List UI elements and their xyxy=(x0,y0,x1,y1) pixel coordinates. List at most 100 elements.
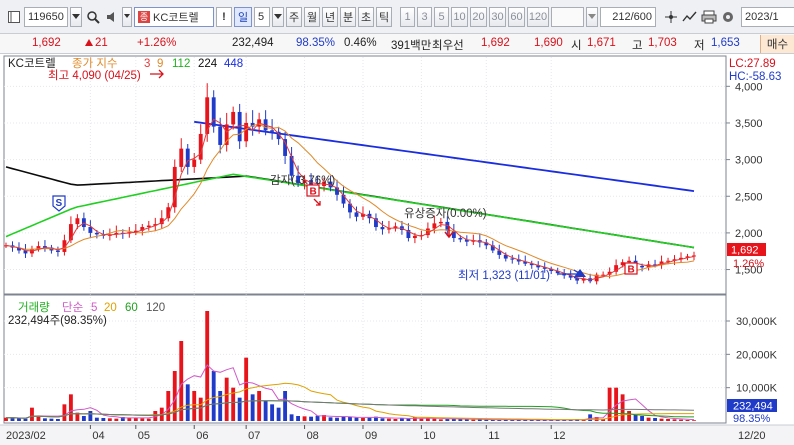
hc-label: HC:-58.63 xyxy=(729,71,781,83)
gear-icon[interactable] xyxy=(719,8,737,26)
volume-bar xyxy=(107,418,112,421)
interval-60-label: 60 xyxy=(510,10,523,23)
time-tick-label: 06 xyxy=(196,430,208,442)
volume-bar xyxy=(263,401,268,421)
speaker-dropdown-button[interactable] xyxy=(122,6,132,27)
price-tick-label: 2,000 xyxy=(735,228,763,240)
max-price-note: 최고 4,090 (04/25) xyxy=(48,69,141,82)
code-dropdown-button[interactable] xyxy=(70,6,82,27)
stock-code-input[interactable]: 119650 xyxy=(24,6,68,27)
candle-body xyxy=(218,126,223,145)
interval-10-button[interactable]: 10 xyxy=(451,6,468,27)
volume-legend-label: 단순 xyxy=(62,301,83,314)
volume-last-pct-text: 98.35% xyxy=(733,413,771,425)
count-field[interactable]: 212/600 xyxy=(600,6,656,27)
volume-bar xyxy=(114,418,119,421)
top-toolbar: 119650 종 KC코트렐 ! 일 5 주 월 년 분 초 틱 1 3 5 10… xyxy=(0,0,794,34)
chart-check-icon[interactable] xyxy=(681,8,699,26)
period-day-tab[interactable]: 일 xyxy=(234,6,252,27)
period-tab-week[interactable]: 주 xyxy=(286,6,302,27)
count-text: 212/600 xyxy=(612,10,652,23)
price-tick-label: 3,000 xyxy=(735,155,763,167)
volume-tick-label: 20,000K xyxy=(736,349,778,361)
interval-20-label: 20 xyxy=(472,10,485,23)
interval-120-button[interactable]: 120 xyxy=(527,6,549,27)
volume-bar xyxy=(49,418,54,421)
candle-body xyxy=(620,262,625,266)
volume-legend-ma60: 60 xyxy=(125,302,138,314)
volume-bar xyxy=(257,391,262,421)
volume-bar xyxy=(250,394,255,421)
interval-1-label: 1 xyxy=(404,10,411,23)
price-volume-chart[interactable]: 4,0003,5003,0002,5002,0001,500 KC코트렐 종가 … xyxy=(0,55,794,445)
period-tab-minute-label: 분 xyxy=(342,11,354,24)
volume-bar xyxy=(179,341,184,421)
period-tab-tick[interactable]: 틱 xyxy=(376,6,392,27)
candle-body xyxy=(270,130,275,132)
interval-30-label: 30 xyxy=(491,10,504,23)
candle-body xyxy=(627,260,632,263)
volume-bar xyxy=(348,417,352,421)
window-menu-icon[interactable] xyxy=(5,8,23,26)
warning-button[interactable]: ! xyxy=(216,6,232,27)
volume-bar xyxy=(62,404,67,421)
signal-s-label: S xyxy=(56,198,63,209)
printer-icon[interactable] xyxy=(700,8,718,26)
legend-ma448: 448 xyxy=(224,58,243,70)
period-tab-minute[interactable]: 분 xyxy=(340,6,356,27)
volume-bar xyxy=(627,411,632,421)
volume-bar xyxy=(620,394,625,421)
volume-legend-ma120: 120 xyxy=(146,302,165,314)
volume-bar xyxy=(471,419,476,421)
current-price: 1,692 xyxy=(32,37,61,49)
interval-60-button[interactable]: 60 xyxy=(508,6,525,27)
period-dropdown-button[interactable] xyxy=(272,6,284,27)
interval-10-label: 10 xyxy=(453,10,466,23)
custom-interval-input[interactable] xyxy=(551,6,584,27)
volume-bar xyxy=(633,414,638,421)
interval-1-button[interactable]: 1 xyxy=(400,6,415,27)
capital-reduction-note: 감자(-3.76%) xyxy=(270,174,335,187)
best-bid-price-1: 1,692 xyxy=(481,37,510,49)
interval-3-button[interactable]: 3 xyxy=(417,6,432,27)
interval-3-label: 3 xyxy=(421,10,428,23)
volume-bar xyxy=(387,418,391,421)
period-number-input[interactable]: 5 xyxy=(254,6,270,27)
volume-bar xyxy=(270,404,275,421)
volume-bar xyxy=(672,419,677,421)
trade-amount: 391백만 xyxy=(391,40,432,52)
volume-bar xyxy=(380,418,385,421)
signal-b2-label: B xyxy=(628,265,635,276)
search-icon[interactable] xyxy=(84,8,102,26)
speaker-icon[interactable] xyxy=(103,8,121,26)
price-tick-label: 3,500 xyxy=(735,118,763,130)
volume-bar xyxy=(94,417,99,421)
buy-button[interactable]: 매수 xyxy=(760,35,794,53)
candle-body xyxy=(458,238,463,240)
custom-interval-dropdown[interactable] xyxy=(586,6,598,27)
volume-bar xyxy=(419,418,424,421)
stock-name-field[interactable]: 종 KC코트렐 xyxy=(134,6,214,27)
stock-name-text: KC코트렐 xyxy=(153,11,199,24)
crosshair-icon[interactable] xyxy=(662,8,680,26)
volume-bar xyxy=(692,420,696,421)
period-tab-month[interactable]: 월 xyxy=(304,6,320,27)
volume-bar xyxy=(224,377,229,421)
interval-5-button[interactable]: 5 xyxy=(434,6,449,27)
period-tab-year[interactable]: 년 xyxy=(322,6,338,27)
volume-legend-ma5: 5 xyxy=(91,302,97,314)
quote-bar: 1,692 21 +1.26% 232,494 98.35% 0.46% 391… xyxy=(0,34,794,54)
volume-bar xyxy=(283,391,288,421)
volume-bar xyxy=(335,417,339,421)
volume-bar xyxy=(607,387,612,421)
candle-body xyxy=(231,111,236,125)
volume-bar xyxy=(218,391,223,421)
period-tab-second[interactable]: 초 xyxy=(358,6,374,27)
interval-30-button[interactable]: 30 xyxy=(489,6,506,27)
interval-20-button[interactable]: 20 xyxy=(470,6,487,27)
date-field[interactable]: 2023/1 xyxy=(741,6,794,27)
volume-bar xyxy=(43,418,47,421)
low-label: 저 xyxy=(694,40,705,52)
volume-bar xyxy=(276,407,281,421)
period-tab-month-label: 월 xyxy=(306,11,318,24)
